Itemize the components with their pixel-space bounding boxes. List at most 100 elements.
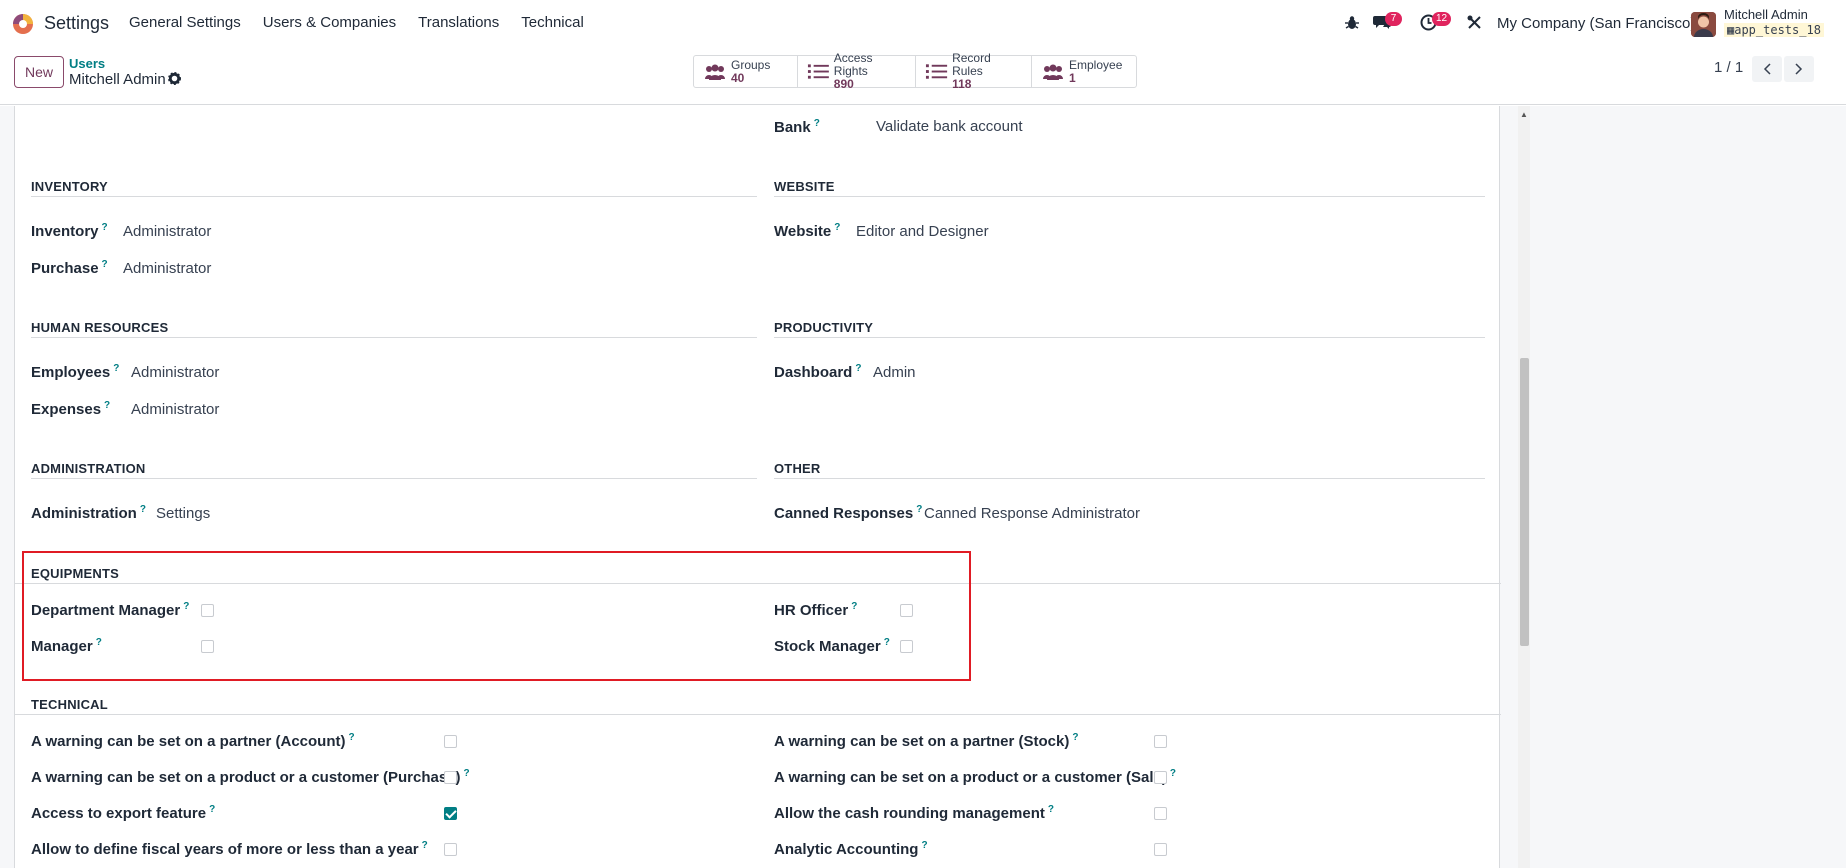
section-divider [31,196,757,197]
field-label-inventory: Inventory? [31,222,108,240]
field-label-employees-text: Employees [31,364,111,381]
groups-stat-label: Groups [731,57,771,72]
help-icon[interactable]: ? [104,400,110,411]
checkbox-warning-partner-account[interactable] [444,735,457,748]
help-icon[interactable]: ? [814,118,820,129]
scrollbar-thumb[interactable] [1520,358,1529,646]
checkbox-fiscal-years[interactable] [444,843,457,856]
field-label-warning-partner-stock: A warning can be set on a partner (Stock… [774,732,1078,750]
section-title-technical: TECHNICAL [31,697,108,712]
breadcrumb-current: Mitchell Admin [69,71,166,88]
field-label-warning-product-purchase-text: A warning can be set on a product or a c… [31,769,461,786]
checkbox-cash-rounding[interactable] [1154,807,1167,820]
app-title[interactable]: Settings [44,13,109,34]
help-icon[interactable]: ? [855,363,861,374]
database-name-label: app_tests_18 [1734,23,1821,37]
groups-stat-button[interactable]: Groups 40 [694,56,798,87]
help-icon[interactable]: ? [834,222,840,233]
groups-stat-value: 40 [731,70,745,85]
avatar-image [1691,12,1716,37]
access-rights-stat-value: 890 [833,77,854,91]
database-name: ▦app_tests_18 [1724,23,1824,37]
checkbox-access-export[interactable] [444,807,457,820]
pager-previous-button[interactable] [1752,56,1782,82]
field-value-dashboard[interactable]: Admin [873,364,916,381]
help-icon[interactable]: ? [422,840,428,851]
field-label-cash-rounding-text: Allow the cash rounding management [774,805,1045,822]
help-icon[interactable]: ? [464,768,470,779]
field-label-access-export-text: Access to export feature [31,805,207,822]
help-icon[interactable]: ? [1072,732,1078,743]
field-label-website: Website? [774,222,840,240]
odoo-logo-icon[interactable] [12,13,34,35]
checkbox-warning-product-sale[interactable] [1154,771,1167,784]
section-divider [31,478,757,479]
menu-users-companies[interactable]: Users & Companies [263,14,396,31]
field-label-employees: Employees? [31,363,119,381]
user-avatar[interactable] [1691,12,1716,37]
new-button[interactable]: New [14,56,64,88]
employee-stat-button[interactable]: Employee 1 [1032,56,1136,87]
field-value-purchase[interactable]: Administrator [123,260,211,277]
field-label-inventory-text: Inventory [31,223,99,240]
help-icon[interactable]: ? [916,504,922,515]
section-title-administration: ADMINISTRATION [31,461,146,476]
user-name[interactable]: Mitchell Admin [1724,7,1808,22]
help-icon[interactable]: ? [113,363,119,374]
pager-value[interactable]: 1 / 1 [1714,59,1743,76]
pager-next-button[interactable] [1784,56,1814,82]
chat-button[interactable]: 7 [1373,12,1413,34]
gear-icon[interactable] [168,72,181,85]
chevron-left-icon [1763,63,1771,75]
breadcrumb-users[interactable]: Users [69,56,105,71]
field-label-purchase-text: Purchase [31,260,99,277]
company-switcher[interactable]: My Company (San Francisco) [1497,15,1695,32]
help-icon[interactable]: ? [140,504,146,515]
field-value-bank[interactable]: Validate bank account [876,118,1023,135]
equipments-highlight-box [22,551,971,681]
field-label-warning-partner-stock-text: A warning can be set on a partner (Stock… [774,733,1070,750]
section-title-human-resources: HUMAN RESOURCES [31,320,169,335]
help-icon[interactable]: ? [921,840,927,851]
scroll-up-arrow-icon[interactable]: ▲ [1520,110,1528,119]
help-icon[interactable]: ? [1048,804,1054,815]
help-icon[interactable]: ? [1170,768,1176,779]
menu-translations[interactable]: Translations [418,14,499,31]
field-value-canned-responses[interactable]: Canned Response Administrator [924,505,1140,522]
help-icon[interactable]: ? [102,259,108,270]
tools-icon[interactable] [1467,15,1482,30]
section-divider [774,478,1485,479]
help-icon[interactable]: ? [209,804,215,815]
field-label-expenses-text: Expenses [31,401,102,418]
field-value-expenses[interactable]: Administrator [131,401,219,418]
field-label-warning-partner-account-text: A warning can be set on a partner (Accou… [31,733,346,750]
record-rules-stat-button[interactable]: Record Rules 118 [916,52,1032,91]
field-label-dashboard-text: Dashboard [774,364,853,381]
field-value-website[interactable]: Editor and Designer [856,223,989,240]
main-menu: General Settings Users & Companies Trans… [129,14,606,31]
menu-technical[interactable]: Technical [521,14,584,31]
field-label-analytic-accounting: Analytic Accounting? [774,840,928,858]
checkbox-analytic-accounting[interactable] [1154,843,1167,856]
section-title-other: OTHER [774,461,821,476]
access-rights-stat-button[interactable]: Access Rights 890 [798,52,916,91]
checkbox-warning-partner-stock[interactable] [1154,735,1167,748]
menu-general-settings[interactable]: General Settings [129,14,241,31]
activity-button[interactable]: 12 [1420,12,1460,34]
field-label-warning-product-sale-text: A warning can be set on a product or a c… [774,769,1167,786]
activity-count-badge: 12 [1432,12,1452,26]
help-icon[interactable]: ? [102,222,108,233]
field-label-access-export: Access to export feature? [31,804,215,822]
checkbox-warning-product-purchase[interactable] [444,771,457,784]
section-divider [774,337,1485,338]
field-label-cash-rounding: Allow the cash rounding management? [774,804,1054,822]
help-icon[interactable]: ? [349,732,355,743]
field-label-canned-responses: Canned Responses? [774,504,922,522]
field-value-employees[interactable]: Administrator [131,364,219,381]
bug-icon[interactable] [1345,15,1359,30]
users-icon [705,64,725,80]
chat-count-badge: 7 [1385,12,1402,26]
field-value-administration[interactable]: Settings [156,505,210,522]
field-value-inventory[interactable]: Administrator [123,223,211,240]
field-label-website-text: Website [774,223,832,240]
